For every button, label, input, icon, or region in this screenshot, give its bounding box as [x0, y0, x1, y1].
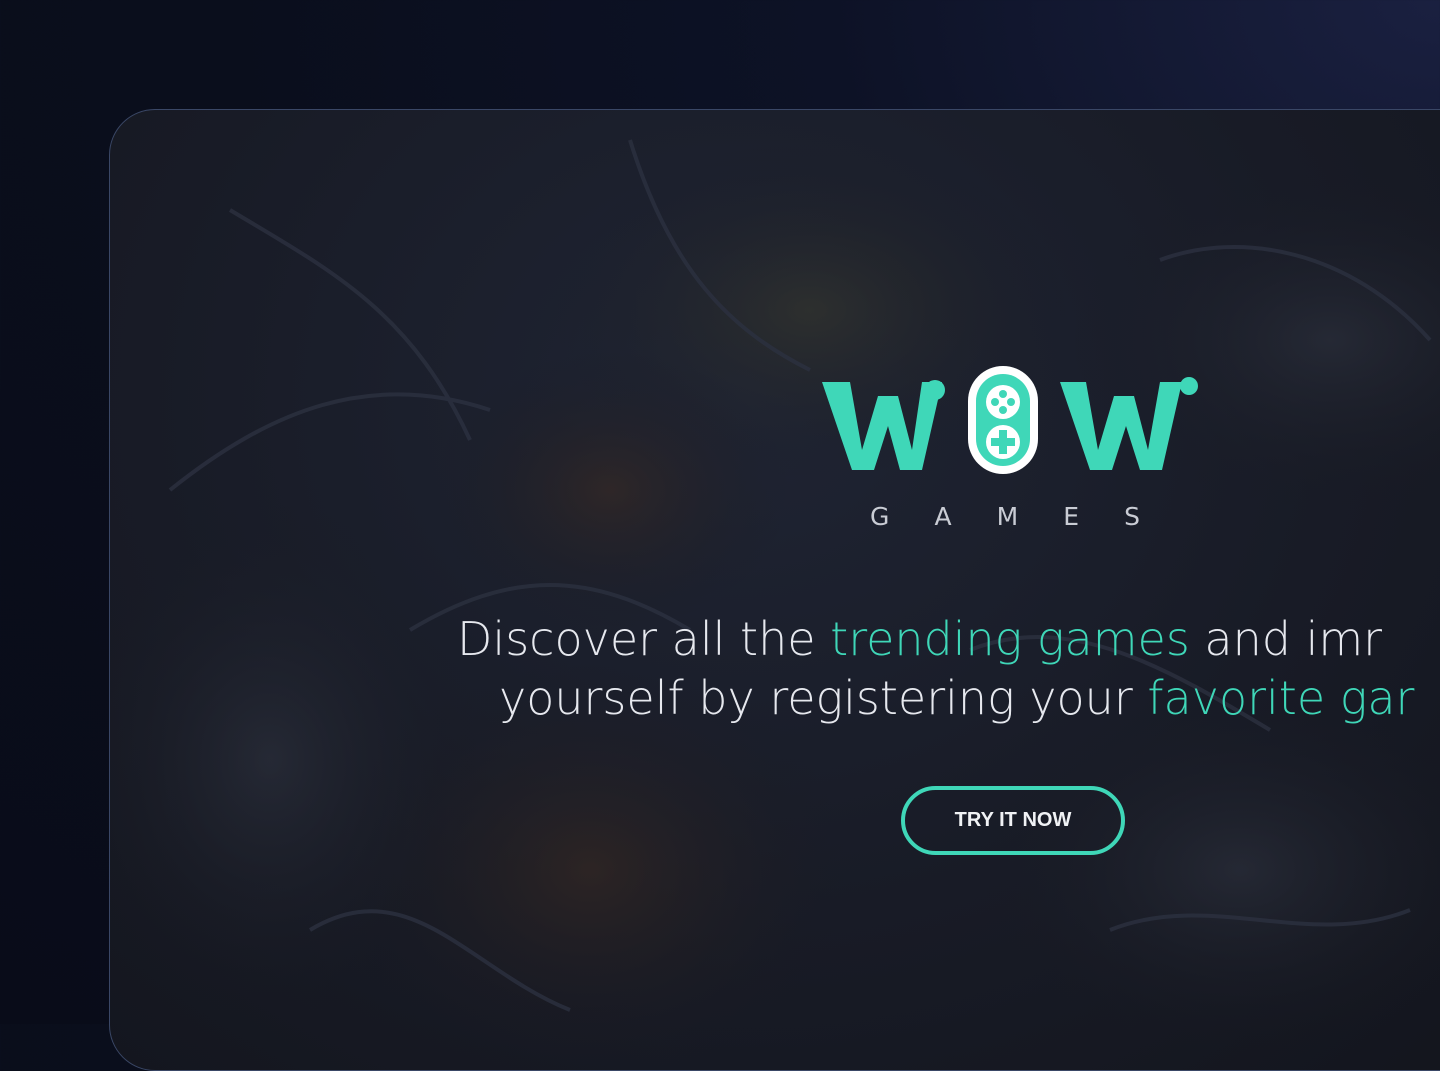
hero-card: G A M E S Discover all the trending game… — [109, 109, 1440, 1071]
tagline-line-1: Discover all the trending games and imr — [457, 610, 1440, 669]
logo-subtitle: G A M E S — [870, 502, 1140, 531]
tagline-text: yourself by registering your — [499, 671, 1148, 725]
logo-letter: E — [1063, 502, 1080, 531]
tagline-highlight: trending games — [830, 612, 1190, 666]
logo-letter: A — [934, 502, 952, 531]
hero-section: G A M E S Discover all the trending game… — [110, 110, 1440, 1070]
try-it-now-button[interactable]: TRY IT NOW — [901, 786, 1125, 855]
tagline-text: and imr — [1189, 612, 1383, 666]
tagline-highlight: favorite gar — [1147, 671, 1415, 725]
tagline-line-2: yourself by registering your favorite ga… — [457, 669, 1440, 728]
tagline-text: Discover all the — [457, 612, 831, 666]
logo-letter: M — [996, 502, 1019, 531]
logo-letter: G — [870, 502, 890, 531]
hero-tagline: Discover all the trending games and imr … — [457, 610, 1440, 728]
logo-letter: S — [1124, 502, 1140, 531]
